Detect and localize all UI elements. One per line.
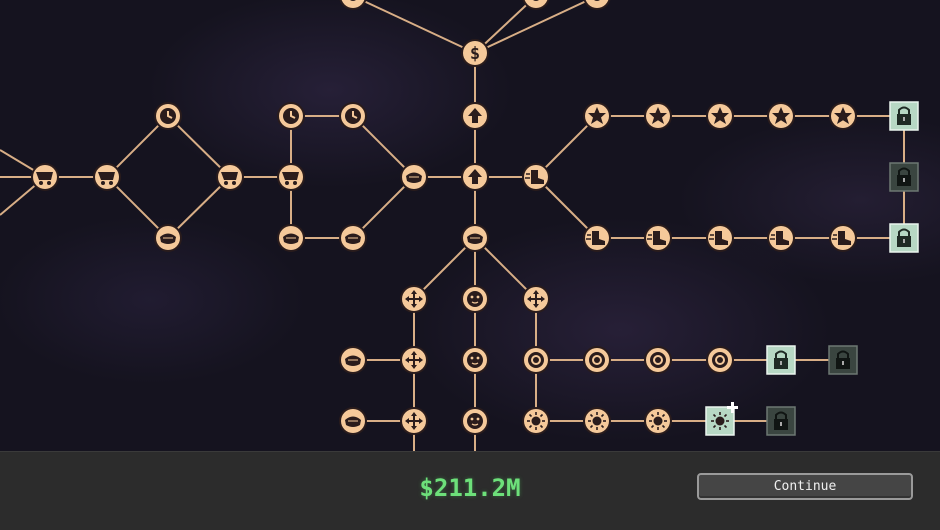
skill-node-clock-2[interactable]	[277, 102, 305, 130]
sun-icon	[711, 412, 729, 430]
skill-node-sun-3[interactable]	[644, 407, 672, 435]
connection-line	[359, 0, 476, 54]
skill-node-sun-2[interactable]	[583, 407, 611, 435]
skill-node-boot-2[interactable]	[583, 224, 611, 252]
skill-node-boot-5[interactable]	[767, 224, 795, 252]
skill-node-up-1[interactable]	[461, 102, 489, 130]
skill-node-bowl-1[interactable]	[400, 163, 428, 191]
continue-button[interactable]: Continue	[697, 473, 913, 500]
skill-tree-background: $	[0, 0, 940, 529]
clock-icon	[160, 108, 176, 124]
skill-node-target-4[interactable]	[706, 346, 734, 374]
skill-node-star-4[interactable]	[767, 102, 795, 130]
lock-sun-row-slot[interactable]	[766, 406, 796, 436]
skill-node-target-3[interactable]	[644, 346, 672, 374]
target-icon	[528, 352, 544, 368]
sun-icon	[588, 412, 606, 430]
skill-node-bowl-5[interactable]	[461, 224, 489, 252]
skill-node-face-2[interactable]	[461, 346, 489, 374]
lock-target-row-2-slot[interactable]	[828, 345, 858, 375]
sun-icon	[649, 412, 667, 430]
clock-icon	[283, 108, 299, 124]
lock-mid-slot[interactable]	[889, 162, 919, 192]
skill-node-star-5[interactable]	[829, 102, 857, 130]
skill-node-cart-2[interactable]	[93, 163, 121, 191]
skill-node-star-3[interactable]	[706, 102, 734, 130]
skill-node-boot-1[interactable]	[522, 163, 550, 191]
skill-node-move-3[interactable]	[400, 346, 428, 374]
skill-node-cart-3[interactable]	[216, 163, 244, 191]
skill-node-bowl-2[interactable]	[154, 224, 182, 252]
skill-node-bowl-7[interactable]	[339, 407, 367, 435]
skill-node-clock-3[interactable]	[339, 102, 367, 130]
skill-node-bowl-3[interactable]	[277, 224, 305, 252]
sun-upgrade-slot[interactable]	[705, 402, 738, 436]
skill-node-clock-1[interactable]	[154, 102, 182, 130]
face-icon	[467, 291, 483, 307]
lock-boot-row-slot[interactable]	[889, 223, 919, 253]
skill-node-bowl-6[interactable]	[339, 346, 367, 374]
target-icon	[650, 352, 666, 368]
skill-node-boot-3[interactable]	[644, 224, 672, 252]
skill-node-center[interactable]	[461, 163, 489, 191]
face-icon	[467, 413, 483, 429]
skill-node-boot-6[interactable]	[829, 224, 857, 252]
sun-icon	[527, 412, 545, 430]
face-icon	[467, 352, 483, 368]
skill-node-sun-1[interactable]	[522, 407, 550, 435]
skill-node-top-a[interactable]	[339, 0, 367, 10]
skill-node-boot-4[interactable]	[706, 224, 734, 252]
skill-node-star-1[interactable]	[583, 102, 611, 130]
skill-node-move-4[interactable]	[400, 407, 428, 435]
dollar-icon: $	[470, 44, 480, 64]
skill-node-cash[interactable]: $	[461, 39, 489, 67]
skill-tree-connections	[0, 0, 905, 451]
clock-icon	[345, 108, 361, 124]
skill-node-top-b[interactable]	[522, 0, 550, 10]
skill-node-target-2[interactable]	[583, 346, 611, 374]
target-icon	[589, 352, 605, 368]
skill-node-top-c[interactable]	[583, 0, 611, 10]
skill-node-move-2[interactable]	[522, 285, 550, 313]
skill-node-move-1[interactable]	[400, 285, 428, 313]
lock-star-row-slot[interactable]	[889, 101, 919, 131]
skill-node-bowl-4[interactable]	[339, 224, 367, 252]
svg-text:$: $	[470, 44, 480, 64]
skill-node-cart-4[interactable]	[277, 163, 305, 191]
lock-target-row-slot[interactable]	[766, 345, 796, 375]
skill-node-face-3[interactable]	[461, 407, 489, 435]
skill-node-cart-1[interactable]	[31, 163, 59, 191]
skill-node-face-1[interactable]	[461, 285, 489, 313]
target-icon	[712, 352, 728, 368]
skill-node-star-2[interactable]	[644, 102, 672, 130]
skill-tree: $	[0, 0, 919, 451]
skill-node-target-1[interactable]	[522, 346, 550, 374]
